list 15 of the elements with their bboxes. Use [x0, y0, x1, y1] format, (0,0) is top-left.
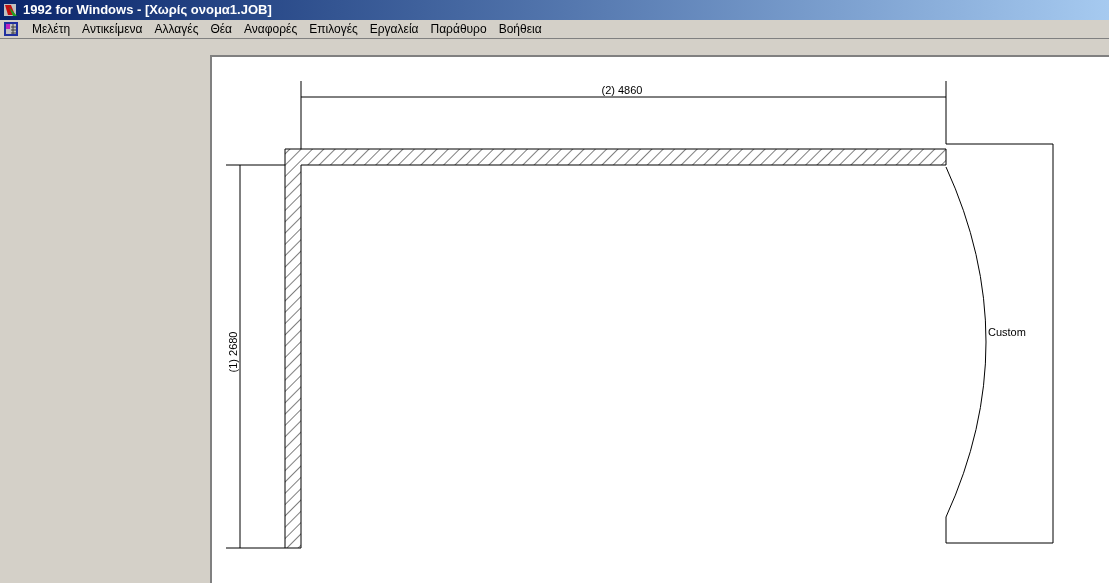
menu-item[interactable]: Αλλαγές — [148, 20, 205, 38]
menu-item[interactable]: Παράθυρο — [424, 20, 493, 38]
menu-item[interactable]: Μελέτη — [26, 20, 77, 38]
menu-item[interactable]: Βοήθεια — [492, 20, 548, 38]
menu-item[interactable]: Θέα — [204, 20, 239, 38]
menu-item[interactable]: Αντικείμενα — [76, 20, 149, 38]
custom-label: Custom — [988, 326, 1026, 338]
document-icon[interactable] — [4, 22, 18, 36]
menu-item[interactable]: Επιλογές — [303, 20, 364, 38]
menu-item[interactable]: Εργαλεία — [363, 20, 425, 38]
app-icon[interactable] — [3, 2, 19, 18]
dimension-label: (2) 4860 — [601, 84, 643, 96]
window-title: 1992 for Windows - [Χωρίς ονομα1.JOB] — [23, 1, 272, 20]
menu-item[interactable]: Αναφορές — [238, 20, 304, 38]
dimension-label: (1) 2680 — [227, 331, 239, 373]
